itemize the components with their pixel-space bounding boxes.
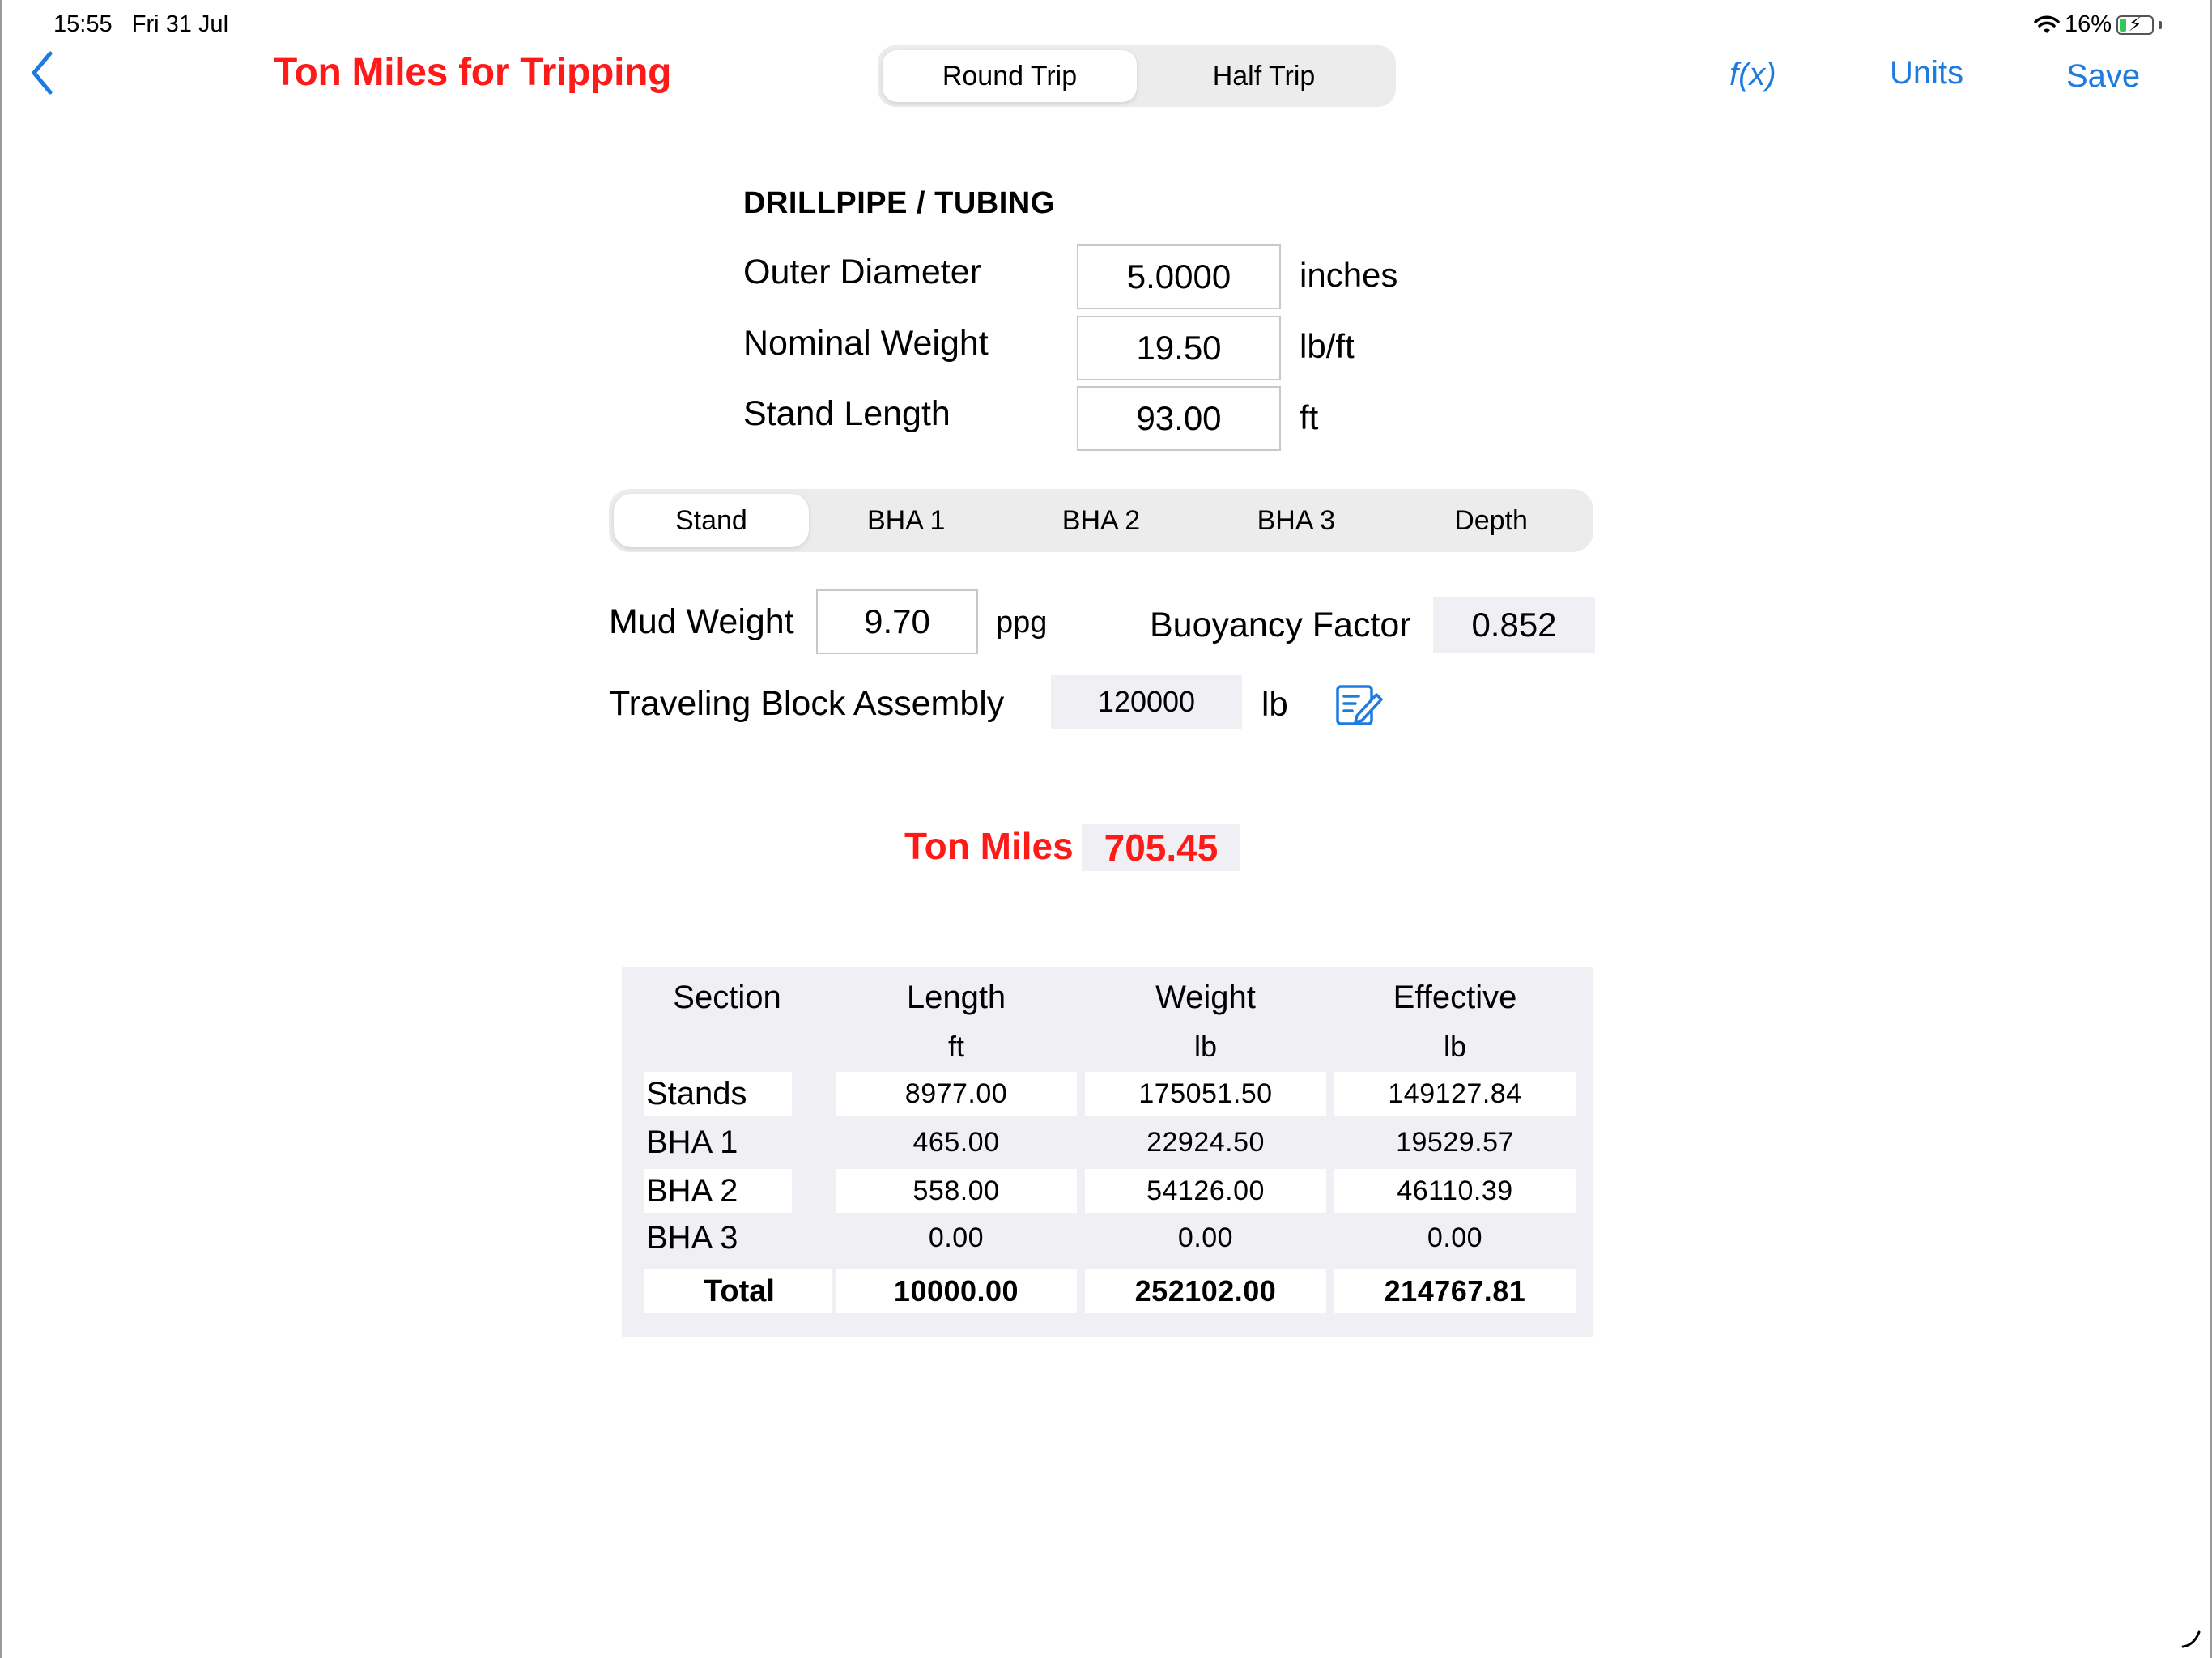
col-header-length: Length [906,980,1006,1015]
buoyancy-factor-label: Buoyancy Factor [1150,606,1411,644]
col-unit-length: ft [947,1030,964,1063]
tab-depth[interactable]: Depth [1393,494,1589,547]
mud-weight-input[interactable]: 9.70 [816,589,978,654]
status-bar-time: 15:55 Fri 31 Jul [53,11,228,38]
tab-bha-1[interactable]: BHA 1 [809,494,1004,547]
back-chevron-icon[interactable] [24,47,60,99]
tab-round-trip[interactable]: Round Trip [883,50,1137,102]
traveling-block-unit: lb [1261,685,1288,723]
row-stands-length: 8977.00 [836,1072,1077,1116]
mud-weight-unit: ppg [996,606,1048,640]
resize-corner-icon [2181,1630,2201,1648]
stand-length-label: Stand Length [743,394,951,433]
trip-type-segmented-control: Round Trip Half Trip [878,45,1396,107]
outer-diameter-unit: inches [1300,256,1398,294]
buoyancy-factor-value: 0.852 [1433,597,1595,653]
outer-diameter-input[interactable]: 5.0000 [1077,244,1281,309]
row-bha1-effective: 19529.57 [1396,1126,1514,1158]
row-bha3-effective: 0.00 [1427,1222,1483,1253]
row-bha2-section: BHA 2 [644,1169,792,1213]
row-total-length: 10000.00 [836,1269,1077,1313]
col-unit-weight: lb [1193,1030,1218,1063]
section-segmented-control: Stand BHA 1 BHA 2 BHA 3 Depth [609,489,1593,552]
row-bha3-length: 0.00 [928,1222,985,1253]
row-stands-section: Stands [644,1072,792,1116]
row-bha3-weight: 0.00 [1177,1222,1234,1253]
traveling-block-value[interactable]: 120000 [1051,675,1242,729]
row-total-effective: 214767.81 [1334,1269,1576,1313]
status-date: Fri 31 Jul [131,11,229,37]
drillpipe-section-title: DRILLPIPE / TUBING [743,186,1055,220]
row-total-weight: 252102.00 [1085,1269,1326,1313]
row-bha1-weight: 22924.50 [1146,1126,1265,1158]
results-table: Section Length Weight Effective ft lb lb… [622,967,1593,1337]
row-bha1-length: 465.00 [912,1126,1000,1158]
ton-miles-value: 705.45 [1082,824,1240,871]
row-bha2-weight: 54126.00 [1085,1169,1326,1213]
col-unit-effective: lb [1443,1030,1467,1063]
traveling-block-label: Traveling Block Assembly [609,684,1005,723]
nominal-weight-unit: lb/ft [1300,327,1355,365]
col-header-weight: Weight [1155,980,1256,1015]
row-bha3-section: BHA 3 [646,1219,738,1256]
nominal-weight-label: Nominal Weight [743,324,989,363]
formula-button[interactable]: f(x) [1729,57,1776,93]
tab-stand[interactable]: Stand [614,494,809,547]
row-total-section: Total [644,1269,832,1313]
outer-diameter-label: Outer Diameter [743,253,981,291]
mud-weight-label: Mud Weight [609,602,794,641]
nominal-weight-input[interactable]: 19.50 [1077,316,1281,380]
ton-miles-label: Ton Miles [904,825,1074,867]
battery-percent: 16% [2064,11,2112,37]
row-stands-effective: 149127.84 [1334,1072,1576,1116]
row-bha2-length: 558.00 [836,1169,1077,1213]
col-header-section: Section [673,980,781,1015]
stand-length-input[interactable]: 93.00 [1077,386,1281,451]
battery-icon: ⚡ [2116,14,2154,36]
row-stands-weight: 175051.50 [1085,1072,1326,1116]
tab-bha-2[interactable]: BHA 2 [1004,494,1199,547]
status-time: 15:55 [53,11,113,37]
page-title: Ton Miles for Tripping [274,51,672,94]
wifi-icon [2034,15,2060,33]
tab-bha-3[interactable]: BHA 3 [1198,494,1393,547]
edit-icon[interactable] [1334,680,1383,729]
row-bha2-effective: 46110.39 [1334,1169,1576,1213]
status-bar-right: 16% ⚡ [2034,11,2162,38]
app-screen: 15:55 Fri 31 Jul 16% ⚡ Ton Miles for Tri… [0,0,2212,1658]
stand-length-unit: ft [1300,398,1319,436]
row-bha1-section: BHA 1 [646,1124,738,1160]
save-button[interactable]: Save [2066,58,2140,95]
tab-half-trip[interactable]: Half Trip [1137,50,1391,102]
col-header-effective: Effective [1393,980,1517,1015]
battery-cap [2159,20,2162,29]
units-button[interactable]: Units [1890,55,1963,91]
